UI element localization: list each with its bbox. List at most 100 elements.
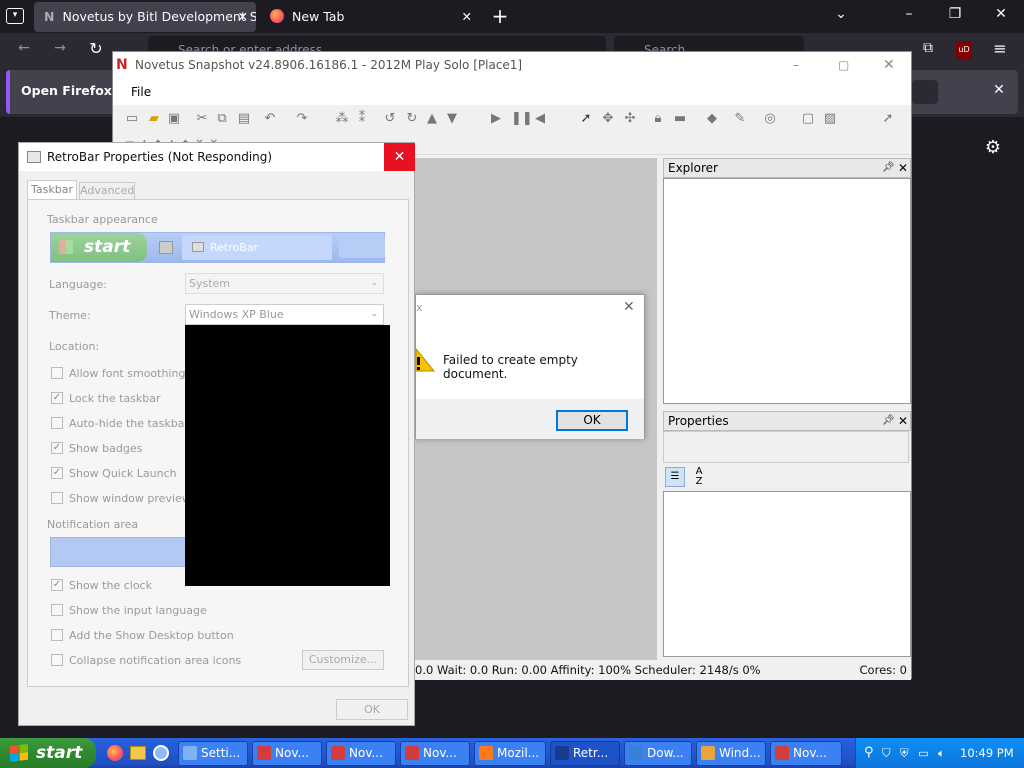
properties-close-icon[interactable]: ✕ [898, 412, 908, 430]
undo-icon[interactable]: ↶ [263, 112, 277, 126]
move-tool-icon[interactable]: ✥ [601, 112, 615, 126]
retrobar-ok-button[interactable]: OK [336, 699, 408, 720]
lock-icon[interactable]: 🔒︎ [651, 112, 665, 126]
minimize-icon[interactable]: – [793, 52, 799, 79]
clock[interactable]: 10:49 PM [960, 738, 1014, 768]
taskbar-button[interactable]: Nov... [770, 741, 842, 766]
extensions-icon[interactable]: ⧉ [918, 40, 938, 56]
network-icon[interactable]: ▭ [918, 738, 929, 768]
checkbox-collapse-icons[interactable] [51, 654, 63, 666]
dialog-ok-button[interactable]: OK [556, 410, 628, 431]
select-icon[interactable]: ➚ [579, 112, 593, 126]
image-icon[interactable]: ▨ [823, 112, 837, 126]
close-window-icon[interactable]: ✕ [990, 6, 1012, 22]
taskbar-button[interactable]: Nov... [326, 741, 396, 766]
tab-novetus[interactable]: N Novetus by Bitl Development St ✕ [34, 2, 256, 32]
taskbar-preview: start RetroBar [50, 232, 385, 263]
pin-icon[interactable]: 📌︎ [882, 159, 895, 177]
move-down-icon[interactable]: ▼ [445, 112, 459, 126]
notification-close-icon[interactable]: ✕ [990, 82, 1008, 98]
checkbox-show-badges[interactable]: ✓ [51, 442, 63, 454]
ublock-icon[interactable]: uD [956, 41, 972, 59]
taskbar-button[interactable]: Retr... [550, 741, 620, 766]
taskbar-button[interactable]: Nov... [400, 741, 470, 766]
maximize-icon[interactable]: ▢ [838, 52, 849, 79]
new-icon[interactable]: ▭ [125, 112, 139, 126]
shield-icon[interactable]: ⛉ [882, 738, 891, 768]
checkbox-show-clock[interactable]: ✓ [51, 579, 63, 591]
properties-grid[interactable] [663, 491, 911, 657]
step-back-icon[interactable]: ◀ [533, 112, 547, 126]
start-button[interactable]: start [0, 738, 96, 768]
fill-icon[interactable]: ◆ [705, 112, 719, 126]
app-menu-icon[interactable]: ≡ [990, 39, 1010, 58]
checkbox-auto-hide[interactable] [51, 417, 63, 429]
cut-icon[interactable]: ✂ [195, 112, 209, 126]
theme-select[interactable]: Windows XP Blue ⌄ [185, 304, 384, 325]
checkbox-input-language[interactable] [51, 604, 63, 616]
explorer-tree[interactable] [663, 178, 911, 404]
pin-icon[interactable]: 📌︎ [882, 412, 895, 430]
taskbar-button[interactable]: Dow... [624, 741, 692, 766]
checkbox-font-smoothing[interactable] [51, 367, 63, 379]
redo-icon[interactable]: ↷ [295, 112, 309, 126]
close-tab-icon[interactable]: ✕ [238, 2, 248, 32]
categorized-icon[interactable]: ☰ [665, 467, 685, 487]
copy-icon[interactable]: ⧉ [215, 112, 229, 126]
checkbox-lock-taskbar[interactable]: ✓ [51, 392, 63, 404]
list-all-tabs-icon[interactable]: ⌄ [830, 6, 852, 22]
alphabetical-icon[interactable]: AZ [689, 467, 709, 487]
explorer-close-icon[interactable]: ✕ [898, 159, 908, 177]
checkbox-window-previews[interactable] [51, 492, 63, 504]
menu-file[interactable]: File [131, 79, 151, 105]
rotate-left-icon[interactable]: ↺ [383, 112, 397, 126]
restore-icon[interactable]: ❐ [944, 6, 966, 22]
scale-tool-icon[interactable]: ✣ [623, 112, 637, 126]
taskbar-button[interactable]: Nov... [252, 741, 322, 766]
newtab-settings-gear-icon[interactable]: ⚙ [982, 137, 1004, 158]
volume-icon[interactable]: 🔈︎ [938, 738, 945, 768]
pointer-icon[interactable]: ➚ [881, 112, 895, 126]
material-icon[interactable]: ◎ [763, 112, 777, 126]
dialog-close-icon[interactable]: ✕ [623, 299, 635, 315]
paste-icon[interactable]: ▤ [237, 112, 251, 126]
rotate-right-icon[interactable]: ↻ [405, 112, 419, 126]
quicklaunch-ie-icon[interactable] [153, 745, 169, 761]
taskbar-button[interactable]: Setti... [178, 741, 248, 766]
anchor-icon[interactable]: ▬ [673, 112, 687, 126]
paint-icon[interactable]: ✎ [733, 112, 747, 126]
open-icon[interactable]: ▰ [147, 112, 161, 126]
tab-list-icon[interactable]: ▾ [6, 8, 24, 24]
back-icon[interactable]: ← [14, 40, 34, 56]
minimize-icon[interactable]: – [898, 6, 920, 22]
checkbox-quick-launch[interactable]: ✓ [51, 467, 63, 479]
play-icon[interactable]: ▶ [489, 112, 503, 126]
customize-button[interactable]: Customize... [302, 650, 384, 670]
quicklaunch-firefox-icon[interactable] [107, 745, 123, 761]
tab-new-tab[interactable]: New Tab ✕ [260, 2, 482, 32]
new-tab-button[interactable]: + [488, 4, 512, 28]
tab-taskbar[interactable]: Taskbar [27, 180, 77, 200]
reload-icon[interactable]: ↻ [86, 39, 106, 58]
search-icon[interactable]: ⚲ [864, 738, 874, 768]
forward-icon[interactable]: → [50, 40, 70, 56]
frame-icon[interactable]: ▢ [801, 112, 815, 126]
notification-action-button[interactable] [912, 80, 938, 104]
pause-icon[interactable]: ❚❚ [511, 112, 533, 126]
checkbox-label: Show the input language [69, 604, 207, 617]
novetus-icon [405, 746, 419, 760]
security-icon[interactable]: ⛨ [900, 738, 909, 768]
group-icon[interactable]: ⁂ [335, 112, 349, 126]
save-icon[interactable]: ▣ [167, 112, 181, 126]
close-button[interactable]: ✕ [384, 143, 415, 171]
tab-advanced[interactable]: Advanced [79, 182, 135, 199]
close-icon[interactable]: ✕ [883, 52, 895, 79]
taskbar-button[interactable]: Mozil... [474, 741, 546, 766]
taskbar-button[interactable]: Wind... [696, 741, 766, 766]
close-tab-icon[interactable]: ✕ [462, 2, 472, 32]
checkbox-show-desktop[interactable] [51, 629, 63, 641]
quicklaunch-explorer-icon[interactable] [130, 746, 146, 760]
ungroup-icon[interactable]: ⁑ [355, 112, 369, 126]
language-select[interactable]: System ⌄ [185, 273, 384, 294]
move-up-icon[interactable]: ▲ [425, 112, 439, 126]
